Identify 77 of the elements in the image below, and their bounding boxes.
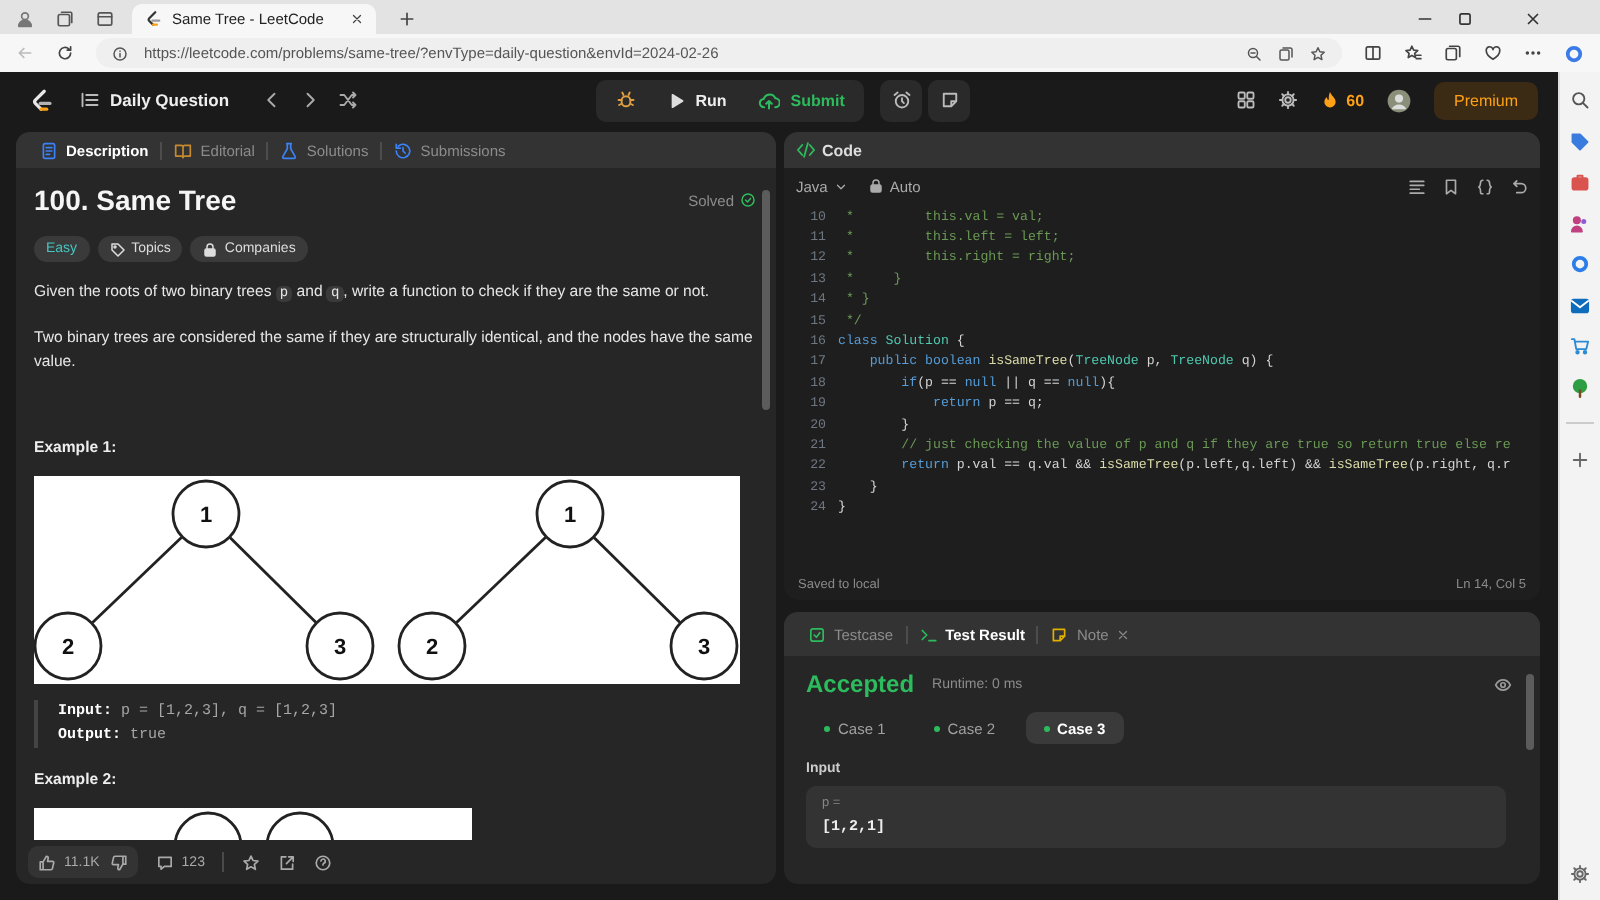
- binary-tree-drawing: 1 2 3: [397, 478, 739, 680]
- close-icon[interactable]: [350, 12, 364, 26]
- format-icon[interactable]: [1408, 177, 1427, 195]
- tab-actions-icon[interactable]: [96, 10, 114, 28]
- verdict: Accepted: [806, 670, 915, 698]
- list-icon[interactable]: [80, 90, 100, 110]
- reload-icon[interactable]: [56, 44, 74, 62]
- streak-counter[interactable]: 60: [1320, 90, 1365, 110]
- reset-icon[interactable]: [1510, 177, 1529, 195]
- run-button[interactable]: Run: [653, 81, 741, 119]
- scrollbar-thumb[interactable]: [762, 190, 770, 410]
- bug-icon: [615, 90, 636, 110]
- notes-button[interactable]: [928, 79, 971, 121]
- scrollbar-thumb[interactable]: [1526, 674, 1535, 750]
- checkbox-icon: [808, 625, 826, 643]
- braces-icon[interactable]: [1476, 177, 1495, 195]
- flask-icon: [280, 141, 299, 159]
- play-icon: [667, 91, 686, 109]
- mail-icon[interactable]: [1570, 295, 1591, 315]
- share-icon[interactable]: [278, 853, 297, 871]
- lock-icon: [867, 178, 884, 194]
- thumbs-up-icon: [38, 853, 56, 871]
- bookmark-icon[interactable]: [1442, 177, 1461, 195]
- collections-icon[interactable]: [1444, 44, 1462, 62]
- binary-tree-drawing: 1 2 3: [34, 478, 375, 680]
- premium-button[interactable]: Premium: [1434, 81, 1539, 119]
- settings-icon[interactable]: [1278, 90, 1299, 110]
- submit-button[interactable]: Submit: [744, 81, 859, 119]
- history-icon: [394, 141, 413, 159]
- split-screen-icon[interactable]: [1364, 44, 1382, 62]
- workspaces-icon[interactable]: [56, 10, 74, 28]
- leetcode-logo-icon: [144, 10, 162, 28]
- maximize-icon[interactable]: [1456, 10, 1474, 28]
- leetcode-logo-icon[interactable]: [28, 87, 54, 113]
- extensions-icon[interactable]: [1484, 44, 1502, 62]
- eye-icon[interactable]: [1494, 675, 1513, 693]
- new-tab-icon[interactable]: [398, 10, 416, 28]
- info-icon: [112, 45, 128, 61]
- dislike-button[interactable]: [109, 853, 128, 871]
- people-icon[interactable]: [1570, 213, 1591, 233]
- zoom-icon[interactable]: [1246, 45, 1262, 61]
- panel-title: Code: [822, 141, 862, 159]
- star-icon[interactable]: [242, 853, 261, 871]
- apps-grid-icon[interactable]: [1236, 90, 1257, 110]
- help-icon[interactable]: [314, 853, 333, 871]
- fire-icon: [1320, 90, 1341, 110]
- page-title[interactable]: Daily Question: [110, 90, 230, 110]
- thumbs-down-icon: [109, 853, 128, 871]
- code-icon: [796, 140, 816, 160]
- shuffle-icon[interactable]: [337, 90, 358, 110]
- tag-icon[interactable]: [1570, 131, 1591, 151]
- upload-cloud-icon: [758, 89, 781, 111]
- check-circle-icon: [740, 192, 756, 208]
- favorites-icon[interactable]: [1404, 44, 1422, 62]
- terminal-icon: [919, 625, 938, 643]
- tag-icon: [109, 241, 126, 257]
- briefcase-icon[interactable]: [1570, 172, 1591, 192]
- avatar-icon[interactable]: [1386, 87, 1413, 113]
- add-icon[interactable]: [1570, 449, 1591, 469]
- problem-title: 100. Same Tree: [34, 184, 237, 216]
- note-icon: [939, 90, 960, 110]
- timer-button[interactable]: [880, 79, 923, 121]
- favorite-star-icon[interactable]: [1310, 45, 1326, 61]
- comment-icon: [155, 853, 174, 871]
- search-icon[interactable]: [1570, 90, 1591, 110]
- ring-icon[interactable]: [1570, 254, 1591, 274]
- tree-icon[interactable]: [1570, 377, 1591, 397]
- profile-icon[interactable]: [16, 10, 34, 28]
- document-icon: [40, 141, 58, 159]
- settings-icon[interactable]: [1570, 864, 1591, 884]
- alarm-clock-icon: [891, 90, 912, 110]
- book-icon: [174, 141, 193, 159]
- cart-icon[interactable]: [1570, 336, 1591, 356]
- note-icon: [1050, 625, 1069, 643]
- lock-icon: [202, 241, 219, 257]
- close-icon[interactable]: [1524, 10, 1542, 28]
- chevron-down-icon: [833, 179, 848, 193]
